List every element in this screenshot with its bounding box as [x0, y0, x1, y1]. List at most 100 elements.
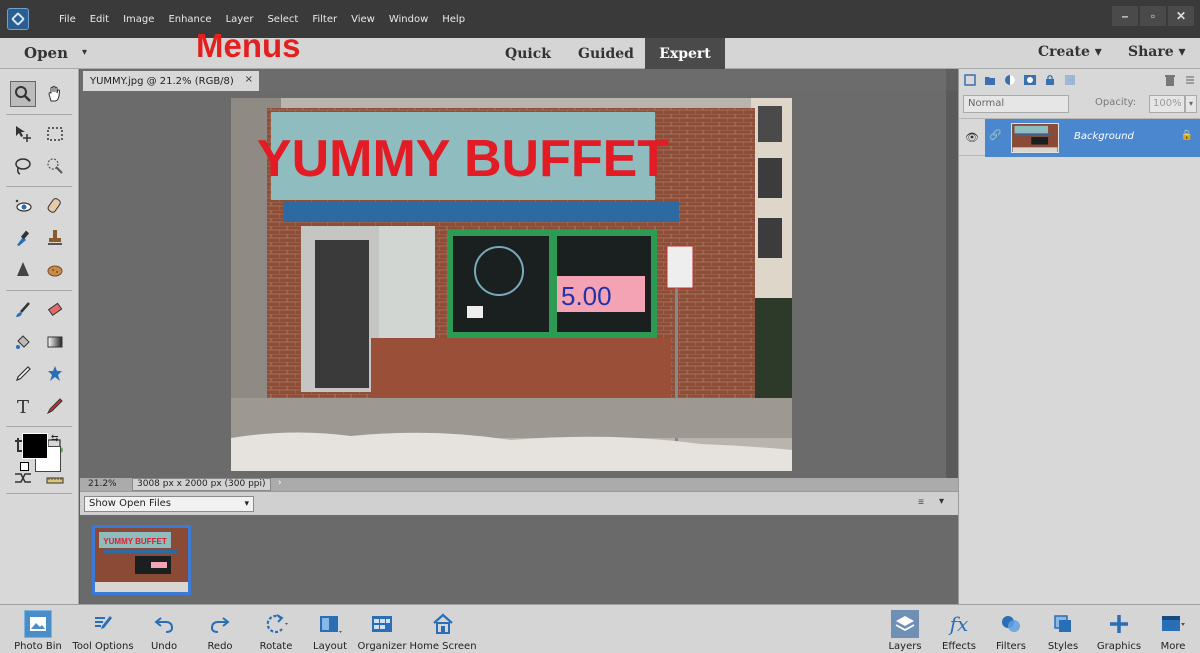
chevron-down-icon: ▾ [244, 499, 249, 509]
photo-bin-selector-value: Show Open Files [89, 498, 171, 509]
close-tab-icon[interactable]: × [245, 74, 253, 85]
window-controls: – ▫ ✕ [1112, 6, 1194, 26]
effects-button[interactable]: fx Effects [936, 605, 982, 653]
vertical-scrollbar[interactable] [946, 91, 958, 478]
photo-bin-thumbnail-image: YUMMY BUFFET [95, 528, 188, 592]
styles-label: Styles [1047, 641, 1079, 652]
panel-menu-icon[interactable] [1183, 73, 1197, 87]
brush-tool-icon[interactable] [10, 297, 36, 323]
organizer-label: Organizer [357, 641, 407, 652]
photo-bin-selector[interactable]: Show Open Files ▾ [84, 496, 254, 512]
quick-selection-tool-icon[interactable] [42, 153, 68, 179]
photo-bin-menu-icon[interactable]: ≡ [918, 497, 924, 508]
lock-transparency-icon[interactable] [1043, 73, 1057, 87]
zoom-tool-icon[interactable] [10, 81, 36, 107]
close-button[interactable]: ✕ [1168, 6, 1194, 26]
custom-shape-tool-icon[interactable] [42, 361, 68, 387]
adjustment-layer-icon[interactable] [1003, 73, 1017, 87]
open-dropdown-icon[interactable]: ▾ [82, 47, 87, 58]
menu-image[interactable]: Image [116, 14, 161, 25]
home-screen-button[interactable]: Home Screen [408, 605, 478, 653]
restore-button[interactable]: ▫ [1140, 6, 1166, 26]
layout-icon [316, 610, 344, 638]
effects-label: Effects [942, 641, 976, 652]
layout-label: Layout [313, 641, 347, 652]
opacity-input[interactable]: 100% [1149, 95, 1185, 113]
type-tool-icon[interactable]: T [10, 393, 36, 419]
menu-select[interactable]: Select [260, 14, 305, 25]
red-eye-tool-icon[interactable] [10, 193, 36, 219]
document-size[interactable]: 3008 px x 2000 px (300 ppi) [132, 478, 271, 491]
menu-filter[interactable]: Filter [305, 14, 344, 25]
minimize-button[interactable]: – [1112, 6, 1138, 26]
graphics-button[interactable]: Graphics [1094, 605, 1144, 653]
status-menu-arrow-icon[interactable]: › [278, 478, 282, 488]
more-label: More [1160, 641, 1186, 652]
spot-healing-tool-icon[interactable] [42, 193, 68, 219]
new-layer-icon[interactable] [963, 73, 977, 87]
graphics-label: Graphics [1096, 641, 1142, 652]
pencil-tool-icon[interactable] [42, 393, 68, 419]
sponge-tool-icon[interactable] [42, 257, 68, 283]
app-logo [7, 8, 29, 30]
undo-button[interactable]: Undo [140, 605, 188, 653]
move-tool-icon[interactable] [10, 121, 36, 147]
photo-bin-collapse-icon[interactable]: ▾ [939, 496, 944, 507]
clone-stamp-tool-icon[interactable] [42, 225, 68, 251]
paint-bucket-tool-icon[interactable] [10, 329, 36, 355]
gradient-tool-icon[interactable] [42, 329, 68, 355]
tab-quick[interactable]: Quick [492, 38, 564, 69]
create-button[interactable]: Create ▾ [1038, 44, 1102, 60]
mode-bar: Open ▾ Quick Guided Expert Create ▾ Shar… [0, 38, 1200, 69]
share-button[interactable]: Share ▾ [1128, 44, 1186, 60]
organizer-button[interactable]: Organizer [356, 605, 408, 653]
open-button[interactable]: Open [24, 44, 68, 62]
tool-options-button[interactable]: Tool Options [70, 605, 136, 653]
marquee-tool-icon[interactable] [42, 121, 68, 147]
menu-enhance[interactable]: Enhance [161, 14, 218, 25]
opacity-dropdown-icon[interactable]: ▾ [1185, 95, 1197, 113]
photo-bin-thumbnail-text: YUMMY BUFFET [103, 537, 167, 546]
color-picker-tool-icon[interactable] [10, 361, 36, 387]
filters-button[interactable]: Filters [988, 605, 1034, 653]
tab-guided[interactable]: Guided [570, 38, 642, 69]
layers-button[interactable]: Layers [882, 605, 928, 653]
swap-colors-icon[interactable]: ⇆ [51, 433, 59, 444]
lasso-tool-icon[interactable] [10, 153, 36, 179]
status-bar: 21.2% 3008 px x 2000 px (300 ppi) › [80, 478, 958, 491]
sign-text: YUMMY BUFFET [257, 130, 669, 188]
blend-mode-select[interactable]: Normal [963, 95, 1069, 113]
new-group-icon[interactable] [983, 73, 997, 87]
document-image[interactable]: YUMMY BUFFET 5.00 [231, 98, 792, 471]
more-button[interactable]: More [1150, 605, 1196, 653]
smart-brush-tool-icon[interactable] [10, 225, 36, 251]
photo-bin-thumbnail[interactable]: YUMMY BUFFET [92, 525, 191, 595]
blur-tool-icon[interactable] [10, 257, 36, 283]
menu-layer[interactable]: Layer [219, 14, 261, 25]
delete-layer-icon[interactable] [1163, 73, 1177, 87]
layout-button[interactable]: Layout [306, 605, 354, 653]
styles-button[interactable]: Styles [1040, 605, 1086, 653]
foreground-color-swatch[interactable] [22, 433, 48, 459]
photo-bin-button[interactable]: Photo Bin [10, 605, 66, 653]
menu-help[interactable]: Help [435, 14, 472, 25]
layer-mask-icon[interactable] [1023, 73, 1037, 87]
menu-file[interactable]: File [52, 14, 83, 25]
layer-selected-highlight[interactable]: 🔗 Background 🔒 [985, 119, 1200, 157]
eraser-tool-icon[interactable] [42, 297, 68, 323]
default-colors-icon[interactable] [20, 462, 29, 471]
menu-edit[interactable]: Edit [83, 14, 116, 25]
redo-button[interactable]: Redo [196, 605, 244, 653]
menu-view[interactable]: View [344, 14, 382, 25]
layer-row-background[interactable]: 👁 🔗 Background 🔒 [959, 118, 1200, 157]
tab-expert[interactable]: Expert [645, 38, 725, 69]
rotate-button[interactable]: Rotate [252, 605, 300, 653]
tools-divider [6, 493, 72, 494]
layer-link-icon[interactable]: 🔗 [989, 130, 1001, 141]
styles-icon [1049, 610, 1077, 638]
lock-all-icon[interactable] [1063, 73, 1077, 87]
menu-window[interactable]: Window [382, 14, 435, 25]
layer-visibility-icon[interactable]: 👁 [965, 131, 979, 144]
document-tab[interactable]: YUMMY.jpg @ 21.2% (RGB/8) × [83, 71, 259, 91]
hand-tool-icon[interactable] [42, 81, 68, 107]
